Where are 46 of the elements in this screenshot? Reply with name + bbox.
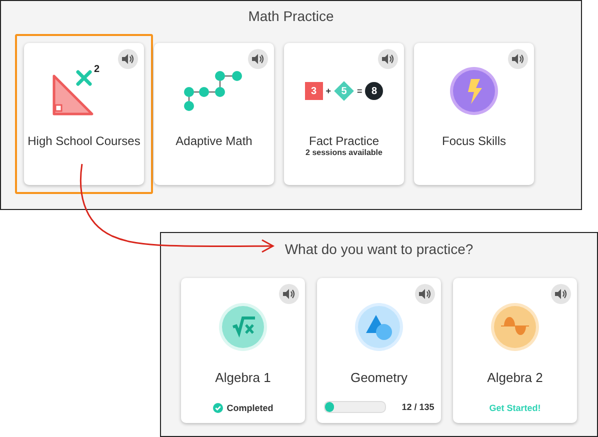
card-label: Focus Skills bbox=[442, 134, 506, 148]
practice-card[interactable]: 2 High School Courses bbox=[24, 43, 144, 185]
check-circle-icon bbox=[212, 403, 223, 413]
speaker-icon bbox=[512, 54, 524, 64]
speaker-icon bbox=[252, 54, 264, 64]
course-card[interactable]: Geometry 12 / 135 bbox=[317, 278, 441, 423]
shapes-icon bbox=[354, 302, 404, 352]
practice-card[interactable]: Adaptive Math bbox=[154, 43, 274, 185]
status-text: Completed bbox=[226, 403, 274, 413]
triangle-icon bbox=[52, 74, 94, 116]
progress-count: 12 / 135 bbox=[402, 402, 434, 412]
speaker-button[interactable] bbox=[279, 284, 299, 304]
card-label: Fact Practice bbox=[308, 134, 380, 148]
practice-card[interactable]: Focus Skills bbox=[414, 43, 534, 185]
connected-dots-icon bbox=[183, 70, 245, 112]
speaker-button[interactable] bbox=[378, 49, 398, 69]
panel-title: What do you want to practice? bbox=[284, 240, 474, 258]
speaker-button[interactable] bbox=[118, 49, 138, 69]
operator-text: = bbox=[357, 86, 362, 96]
speaker-icon bbox=[382, 54, 394, 64]
cross-icon bbox=[76, 70, 92, 86]
speaker-button[interactable] bbox=[415, 284, 435, 304]
speaker-button[interactable] bbox=[248, 49, 268, 69]
square-root-icon bbox=[218, 302, 268, 352]
card-subtitle: 2 sessions available bbox=[306, 148, 382, 157]
course-card[interactable]: Algebra 2 Get Started! bbox=[453, 278, 577, 423]
speaker-button[interactable] bbox=[551, 284, 571, 304]
card-label: High School Courses bbox=[28, 134, 140, 148]
card-label: Adaptive Math bbox=[176, 134, 252, 148]
speaker-icon bbox=[419, 289, 431, 299]
speaker-icon bbox=[555, 289, 567, 299]
speaker-icon bbox=[122, 54, 134, 64]
card-label: Algebra 2 bbox=[487, 370, 543, 385]
sine-wave-icon bbox=[490, 302, 540, 352]
card-label: Geometry bbox=[350, 370, 408, 385]
number-tile: 3 bbox=[304, 82, 323, 100]
lightning-icon bbox=[449, 66, 499, 116]
exponent-text: 2 bbox=[94, 64, 100, 75]
number-circle: 8 bbox=[365, 82, 384, 100]
panel-title: Math Practice bbox=[248, 7, 334, 25]
operator-text: + bbox=[326, 86, 331, 96]
speaker-icon bbox=[283, 289, 295, 299]
course-card[interactable]: Algebra 1 Completed bbox=[181, 278, 305, 423]
practice-card[interactable]: 3 + 5 = 8 Fact Practice 2 sessions available bbox=[284, 43, 404, 185]
card-label: Algebra 1 bbox=[215, 370, 271, 385]
speaker-button[interactable] bbox=[508, 49, 528, 69]
